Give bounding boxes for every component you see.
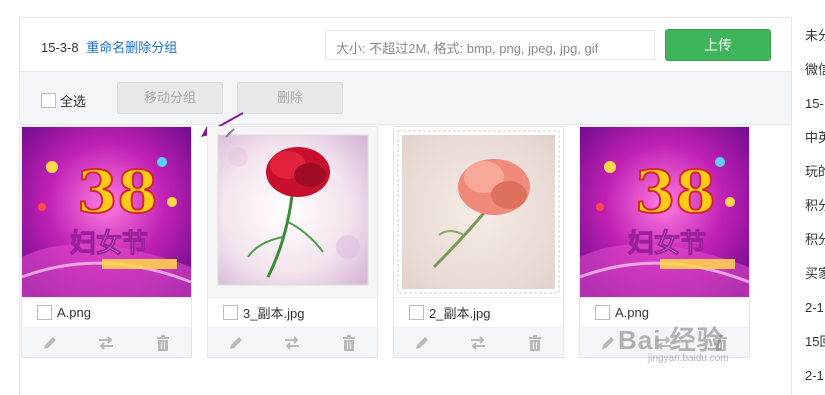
filename: A.png	[57, 304, 91, 320]
image-actions	[22, 327, 191, 357]
pink-carnation-thumbnail[interactable]	[394, 127, 563, 297]
upload-button[interactable]: 上传	[665, 29, 771, 61]
delete-group-link[interactable]: 删除分组	[125, 40, 177, 55]
image-card[interactable]: 3_副本.jpg	[207, 126, 378, 358]
sidebar-item[interactable]: 2-1	[805, 359, 825, 393]
image-card[interactable]: 38 妇女节 A.png	[21, 126, 192, 358]
sidebar-item[interactable]: 15回	[805, 325, 825, 359]
upload-hint: 大小: 不超过2M, 格式: bmp, png, jpeg, jpg, gif	[325, 30, 655, 60]
edit-icon[interactable]	[40, 333, 60, 353]
filename: A.png	[615, 304, 649, 320]
svg-text:38: 38	[635, 158, 716, 226]
image-actions	[208, 327, 377, 357]
filename-row: 3_副本.jpg	[208, 297, 377, 326]
sidebar-item[interactable]: 积分	[805, 189, 825, 223]
svg-text:妇女节: 妇女节	[70, 228, 148, 259]
sidebar-item[interactable]: 2-1	[805, 291, 825, 325]
sidebar-item[interactable]: 买家	[805, 257, 825, 291]
sidebar-item[interactable]: 中英	[805, 121, 825, 155]
sidebar-item[interactable]: 微信	[805, 53, 825, 87]
rename-link[interactable]: 重命名	[86, 40, 125, 55]
sidebar-item[interactable]: 15-	[805, 87, 825, 121]
edit-icon[interactable]	[226, 333, 246, 353]
red-carnation-thumbnail[interactable]	[208, 127, 377, 297]
swap-icon[interactable]	[282, 333, 302, 353]
sidebar-item[interactable]: 玩的	[805, 155, 825, 189]
image-checkbox[interactable]	[223, 304, 238, 320]
filename-row: 2_副本.jpg	[394, 297, 563, 326]
filename: 3_副本.jpg	[243, 305, 305, 321]
baidu-watermark: Bai 经验 jingyan.baidu.com	[618, 320, 729, 364]
select-all-checkbox[interactable]	[41, 93, 56, 108]
sidebar-item[interactable]: 积分	[805, 223, 825, 257]
womens-day-poster-thumbnail[interactable]: 38 妇女节	[22, 127, 191, 297]
image-checkbox[interactable]	[595, 304, 610, 320]
filename-row: A.png	[22, 297, 191, 326]
svg-text:妇女节: 妇女节	[628, 228, 706, 259]
select-all-label: 全选	[60, 94, 87, 109]
trash-icon[interactable]	[339, 333, 359, 353]
sidebar-item[interactable]: 未分	[805, 19, 825, 53]
trash-icon[interactable]	[525, 333, 545, 353]
image-checkbox[interactable]	[409, 304, 424, 320]
select-all[interactable]: 全选	[41, 91, 86, 110]
swap-icon[interactable]	[468, 333, 488, 353]
group-sidebar: 未分 微信 15- 中英 玩的 积分 积分 买家 2-1 15回 2-1	[805, 19, 825, 395]
group-name-label: 15-3-8	[41, 40, 79, 55]
womens-day-poster-thumbnail[interactable]: 38 妇女节	[580, 127, 749, 297]
current-group: 15-3-8 重命名删除分组	[41, 37, 177, 56]
header-bar: 15-3-8 重命名删除分组 大小: 不超过2M, 格式: bmp, png, …	[20, 18, 791, 72]
delete-button[interactable]: 删除	[237, 82, 343, 114]
edit-icon[interactable]	[598, 333, 618, 353]
edit-icon[interactable]	[412, 333, 432, 353]
svg-text:38: 38	[77, 158, 158, 226]
trash-icon[interactable]	[153, 333, 173, 353]
image-actions	[394, 327, 563, 357]
action-toolbar: 全选 移动分组 删除	[20, 72, 791, 125]
filename: 2_副本.jpg	[429, 305, 491, 321]
watermark-sub: jingyan.baidu.com	[648, 353, 729, 364]
watermark-main: Bai 经验	[618, 325, 724, 355]
image-card[interactable]: 2_副本.jpg	[393, 126, 564, 358]
swap-icon[interactable]	[96, 333, 116, 353]
image-checkbox[interactable]	[37, 304, 52, 320]
